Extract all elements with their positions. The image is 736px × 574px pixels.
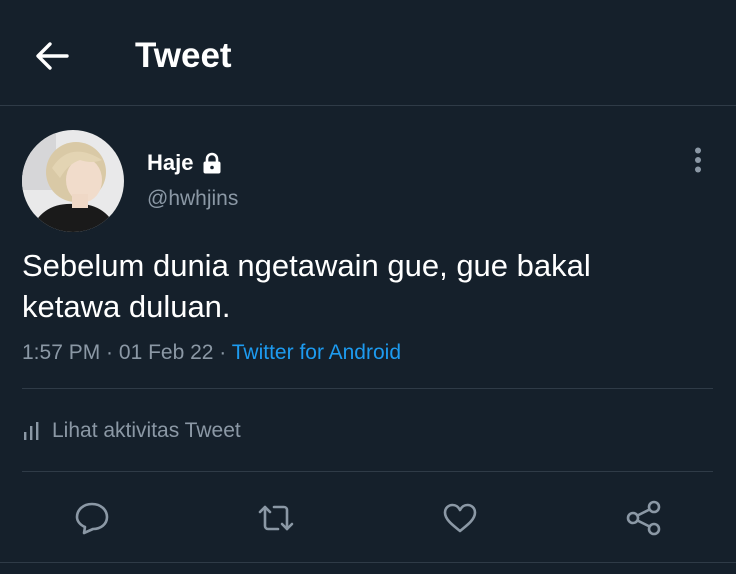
divider xyxy=(22,471,713,472)
divider xyxy=(0,562,736,563)
author-name-row[interactable]: Haje xyxy=(147,150,222,176)
lock-icon xyxy=(202,152,222,174)
analytics-icon xyxy=(22,421,40,441)
meta-separator: · xyxy=(213,341,232,364)
display-name: Haje xyxy=(147,150,194,175)
tweet-activity-link[interactable]: Lihat aktivitas Tweet xyxy=(22,417,241,445)
tweet-source-link[interactable]: Twitter for Android xyxy=(232,341,401,364)
top-app-bar: Tweet xyxy=(0,0,736,106)
retweet-icon xyxy=(258,505,294,531)
page-title: Tweet xyxy=(135,36,232,75)
share-icon xyxy=(626,500,661,536)
more-vertical-icon xyxy=(695,147,701,173)
tweet-text-line: ketawa duluan. xyxy=(22,289,231,324)
avatar-image xyxy=(22,130,124,232)
tweet-text: Sebelum dunia ngetawain gue, gue bakal k… xyxy=(22,245,712,327)
arrow-left-icon xyxy=(36,42,69,70)
divider xyxy=(22,388,713,389)
back-button[interactable] xyxy=(30,34,74,78)
retweet-button[interactable] xyxy=(254,496,298,540)
tweet-detail-screen: Tweet Haje @hwhjins Sebelum dunia ngetaw… xyxy=(0,0,736,574)
heart-icon xyxy=(443,503,477,533)
tweet-text-line: Sebelum dunia ngetawain gue, gue bakal xyxy=(22,248,591,283)
share-button[interactable] xyxy=(622,496,666,540)
more-options-button[interactable] xyxy=(684,144,712,176)
like-button[interactable] xyxy=(438,496,482,540)
user-handle[interactable]: @hwhjins xyxy=(147,186,238,212)
tweet-activity-label: Lihat aktivitas Tweet xyxy=(52,419,241,442)
reply-button[interactable] xyxy=(70,496,114,540)
avatar[interactable] xyxy=(22,130,124,232)
tweet-time: 1:57 PM xyxy=(22,341,101,364)
tweet-date: 01 Feb 22 xyxy=(118,341,214,364)
meta-separator: · xyxy=(100,341,119,364)
tweet-metadata: 1:57 PM · 01 Feb 22 · Twitter for Androi… xyxy=(22,340,401,366)
reply-icon xyxy=(75,502,109,535)
